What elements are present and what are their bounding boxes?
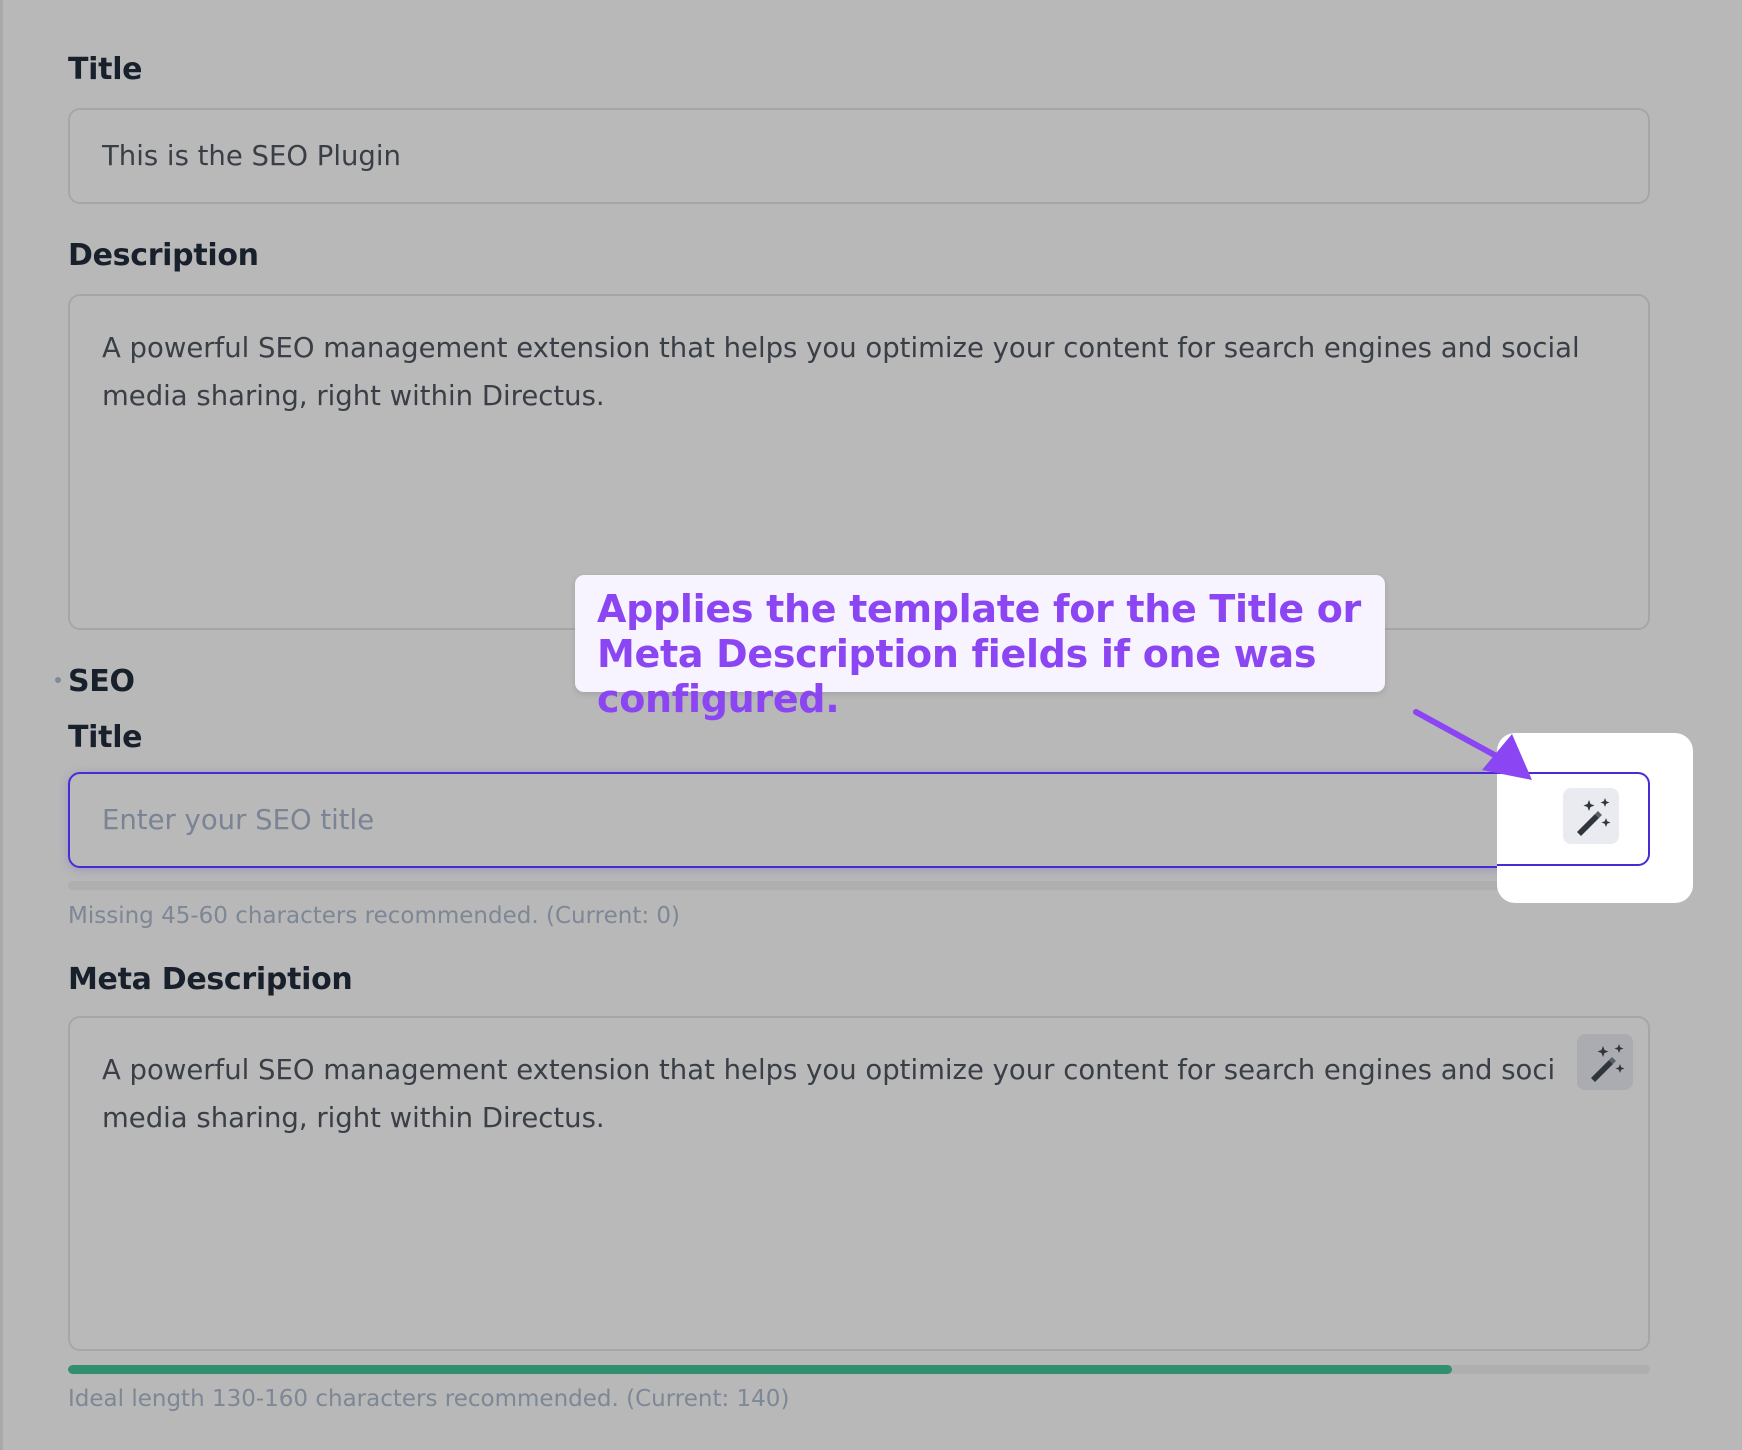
callout-arrow bbox=[1413, 709, 1532, 780]
